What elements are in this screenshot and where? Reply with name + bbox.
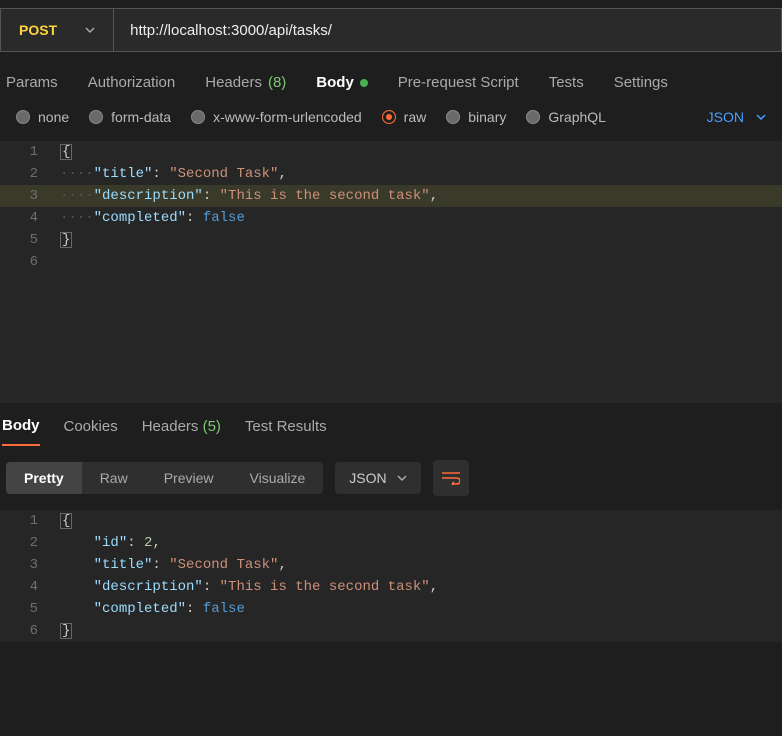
tab-headers[interactable]: Headers (8) [205,74,286,91]
view-controls: Pretty Raw Preview Visualize JSON [0,446,782,510]
tab-tests[interactable]: Tests [549,74,584,91]
view-mode-segmented: Pretty Raw Preview Visualize [6,462,323,494]
line-number: 3 [0,554,48,576]
chevron-down-icon [756,112,766,122]
line-number: 4 [0,576,48,598]
chevron-down-icon [397,473,407,483]
tab-prerequest[interactable]: Pre-request Script [398,74,519,91]
response-tabs: Body Cookies Headers (5) Test Results [0,403,782,446]
radio-urlencoded[interactable]: x-www-form-urlencoded [191,109,362,125]
seg-pretty[interactable]: Pretty [6,462,82,494]
tab-settings[interactable]: Settings [614,74,668,91]
response-format-select[interactable]: JSON [335,462,420,494]
line-number: 1 [0,141,48,163]
url-input[interactable] [114,9,781,51]
radio-icon [382,110,396,124]
seg-raw[interactable]: Raw [82,462,146,494]
url-bar: POST [0,8,782,52]
line-number: 1 [0,510,48,532]
tab-params[interactable]: Params [6,74,58,91]
chevron-down-icon [85,25,95,35]
request-tabs: Params Authorization Headers (8) Body Pr… [0,52,782,103]
response-body-editor[interactable]: 1{ 2 "id": 2, 3 "title": "Second Task", … [0,510,782,642]
radio-icon [89,110,103,124]
request-body-editor[interactable]: 1{ 2····"title": "Second Task", 3····"de… [0,141,782,403]
wrap-lines-button[interactable] [433,460,469,496]
radio-raw[interactable]: raw [382,109,427,125]
radio-icon [526,110,540,124]
line-number: 4 [0,207,48,229]
body-format-select[interactable]: JSON [707,109,776,125]
radio-icon [16,110,30,124]
tab-authorization[interactable]: Authorization [88,74,176,91]
line-number: 5 [0,598,48,620]
method-label: POST [19,22,57,38]
radio-none[interactable]: none [16,109,69,125]
wrap-icon [442,471,460,485]
tab-body[interactable]: Body [316,74,368,91]
body-type-row: none form-data x-www-form-urlencoded raw… [0,103,782,141]
rtab-body[interactable]: Body [2,417,40,446]
seg-preview[interactable]: Preview [146,462,232,494]
dot-icon [360,79,368,87]
rtab-cookies[interactable]: Cookies [64,418,118,445]
method-select[interactable]: POST [1,9,114,51]
radio-graphql[interactable]: GraphQL [526,109,606,125]
radio-binary[interactable]: binary [446,109,506,125]
line-number: 2 [0,532,48,554]
line-number: 3 [0,185,48,207]
radio-icon [191,110,205,124]
radio-icon [446,110,460,124]
rtab-testresults[interactable]: Test Results [245,418,327,445]
rtab-headers[interactable]: Headers (5) [142,418,221,445]
line-number: 2 [0,163,48,185]
seg-visualize[interactable]: Visualize [232,462,324,494]
radio-formdata[interactable]: form-data [89,109,171,125]
line-number: 6 [0,251,48,273]
line-number: 5 [0,229,48,251]
line-number: 6 [0,620,48,642]
